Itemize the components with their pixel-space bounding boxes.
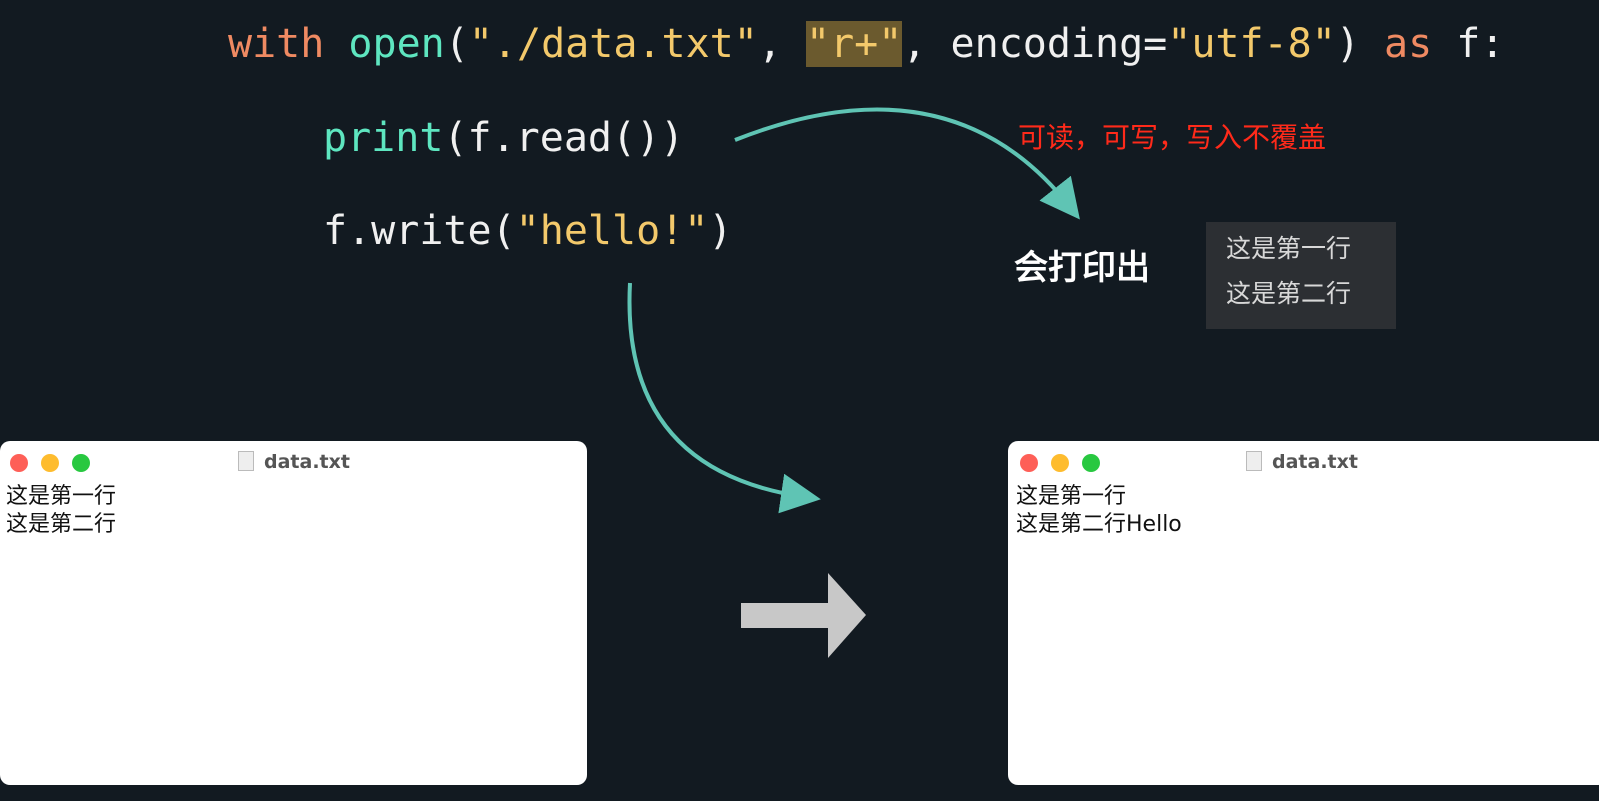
file-window-before: data.txt 这是第一行 这是第二行 — [0, 441, 587, 785]
file-content: 这是第一行 这是第二行Hello — [1008, 481, 1599, 539]
document-icon — [238, 451, 254, 471]
minimize-button[interactable] — [1051, 454, 1069, 472]
file-line: 这是第一行 — [6, 484, 117, 509]
file-window-after: data.txt 这是第一行 这是第二行Hello — [1008, 441, 1599, 785]
file-line: 这是第二行 — [6, 512, 117, 537]
right-arrow-icon — [741, 573, 866, 658]
curved-arrow-to-output — [734, 107, 1080, 220]
file-line: 这是第二行Hello — [1016, 512, 1182, 537]
close-button[interactable] — [10, 454, 28, 472]
curved-arrow-to-file — [627, 282, 821, 514]
zoom-button[interactable] — [1082, 454, 1100, 472]
zoom-button[interactable] — [72, 454, 90, 472]
close-button[interactable] — [1020, 454, 1038, 472]
window-title: data.txt — [264, 451, 350, 473]
window-title: data.txt — [1272, 451, 1358, 473]
title-bar: data.txt — [0, 441, 587, 481]
title-bar: data.txt — [1008, 441, 1599, 481]
document-icon — [1246, 451, 1262, 471]
file-line: 这是第一行 — [1016, 484, 1127, 509]
minimize-button[interactable] — [41, 454, 59, 472]
file-content: 这是第一行 这是第二行 — [0, 481, 587, 539]
